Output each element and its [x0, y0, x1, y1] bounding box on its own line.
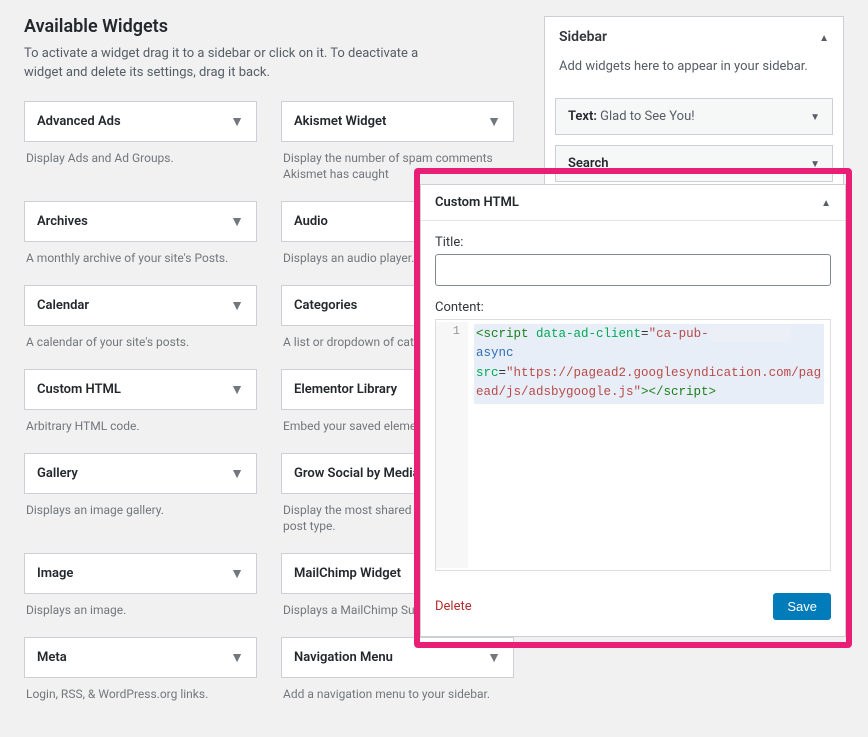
available-widget-desc: Add a navigation menu to your sidebar.: [281, 678, 514, 715]
custom-html-editor-header[interactable]: Custom HTML: [421, 185, 845, 221]
content-field-label: Content:: [435, 300, 831, 315]
title-field-label: Title:: [435, 235, 831, 250]
available-widget-label: Navigation Menu: [294, 650, 393, 665]
caret-down-icon: ▼: [230, 649, 244, 666]
caret-down-icon: ▼: [230, 297, 244, 314]
available-widget-desc: Arbitrary HTML code.: [24, 410, 257, 447]
sidebar-panel: Sidebar Add widgets here to appear in yo…: [544, 16, 844, 195]
caret-up-icon: [819, 29, 829, 45]
available-widget-box[interactable]: Advanced Ads ▼: [24, 101, 257, 142]
caret-down-icon: ▼: [487, 649, 501, 666]
sidebar-widget[interactable]: Search: [555, 145, 833, 182]
code-content[interactable]: <script data-ad-client="ca-pub- async sr…: [468, 322, 830, 568]
caret-down-icon: ▼: [230, 465, 244, 482]
available-widget-box[interactable]: Gallery ▼: [24, 453, 257, 494]
available-widget-desc: A calendar of your site's posts.: [24, 326, 257, 363]
caret-down-icon: ▼: [230, 113, 244, 130]
code-gutter: 1: [436, 322, 468, 568]
available-widget: Navigation Menu ▼ Add a navigation menu to…: [281, 637, 514, 715]
available-widget-box[interactable]: Archives ▼: [24, 201, 257, 242]
available-widget-desc: Display Ads and Ad Groups.: [24, 142, 257, 179]
custom-html-editor-panel: Custom HTML Title: Content: 1 <script da…: [420, 184, 846, 637]
available-widget-label: Image: [37, 566, 73, 581]
available-widgets-title: Available Widgets: [24, 16, 514, 37]
sidebar-panel-header[interactable]: Sidebar: [545, 17, 843, 57]
title-input[interactable]: [435, 254, 831, 286]
available-widget-box[interactable]: Navigation Menu ▼: [281, 637, 514, 678]
available-widget-label: Custom HTML: [37, 382, 121, 397]
available-widget-label: Elementor Library: [294, 382, 397, 397]
available-widget-label: Meta: [37, 650, 67, 665]
available-widget-label: Archives: [37, 214, 88, 229]
caret-down-icon: ▼: [230, 565, 244, 582]
available-widget-box[interactable]: Image ▼: [24, 553, 257, 594]
sidebar-panel-hint: Add widgets here to appear in your sideb…: [545, 57, 843, 88]
available-widget-label: Gallery: [37, 466, 78, 481]
redacted-text: [709, 327, 792, 341]
available-widget-label: Akismet Widget: [294, 114, 386, 129]
code-editor[interactable]: 1 <script data-ad-client="ca-pub- async …: [435, 319, 831, 571]
available-widgets-subtitle: To activate a widget drag it to a sideba…: [24, 45, 444, 83]
caret-down-icon: [810, 156, 820, 171]
available-widget-box[interactable]: Custom HTML ▼: [24, 369, 257, 410]
available-widget: Custom HTML ▼ Arbitrary HTML code.: [24, 369, 257, 447]
available-widget-label: Calendar: [37, 298, 89, 313]
custom-html-editor-heading: Custom HTML: [435, 195, 519, 210]
available-widget-box[interactable]: Calendar ▼: [24, 285, 257, 326]
available-widget-box[interactable]: Meta ▼: [24, 637, 257, 678]
available-widget-label: Categories: [294, 298, 357, 313]
available-widget-label: MailChimp Widget: [294, 566, 401, 581]
available-widget-desc: A monthly archive of your site's Posts.: [24, 242, 257, 279]
available-widget: Advanced Ads ▼ Display Ads and Ad Groups.: [24, 101, 257, 196]
available-widget: Gallery ▼ Displays an image gallery.: [24, 453, 257, 548]
caret-down-icon: [810, 109, 820, 124]
available-widget: Akismet Widget▼Display the number of spa…: [281, 101, 514, 196]
caret-down-icon: ▼: [230, 213, 244, 230]
sidebar-widget-title: Search: [568, 156, 609, 171]
available-widget-desc: Displays an image.: [24, 594, 257, 631]
available-widget: Image ▼ Displays an image.: [24, 553, 257, 631]
caret-down-icon: ▼: [487, 113, 501, 130]
available-widget-desc: Displays an image gallery.: [24, 494, 257, 531]
caret-up-icon: [821, 195, 831, 210]
caret-down-icon: ▼: [230, 381, 244, 398]
available-widget: Archives ▼ A monthly archive of your site'…: [24, 201, 257, 279]
available-widget-label: Audio: [294, 214, 328, 229]
available-widget-label: Advanced Ads: [37, 114, 121, 129]
available-widget-desc: Login, RSS, & WordPress.org links.: [24, 678, 257, 715]
available-widget: Calendar ▼ A calendar of your site's posts…: [24, 285, 257, 363]
available-widget-box[interactable]: Akismet Widget ▼: [281, 101, 514, 142]
available-widget: Meta ▼ Login, RSS, & WordPress.org links.: [24, 637, 257, 715]
sidebar-widget[interactable]: Text: Glad to See You!: [555, 98, 833, 135]
save-button[interactable]: Save: [773, 593, 831, 620]
sidebar-panel-title: Sidebar: [559, 29, 607, 45]
delete-link[interactable]: Delete: [435, 599, 472, 614]
sidebar-widget-title: Text: Glad to See You!: [568, 109, 695, 124]
